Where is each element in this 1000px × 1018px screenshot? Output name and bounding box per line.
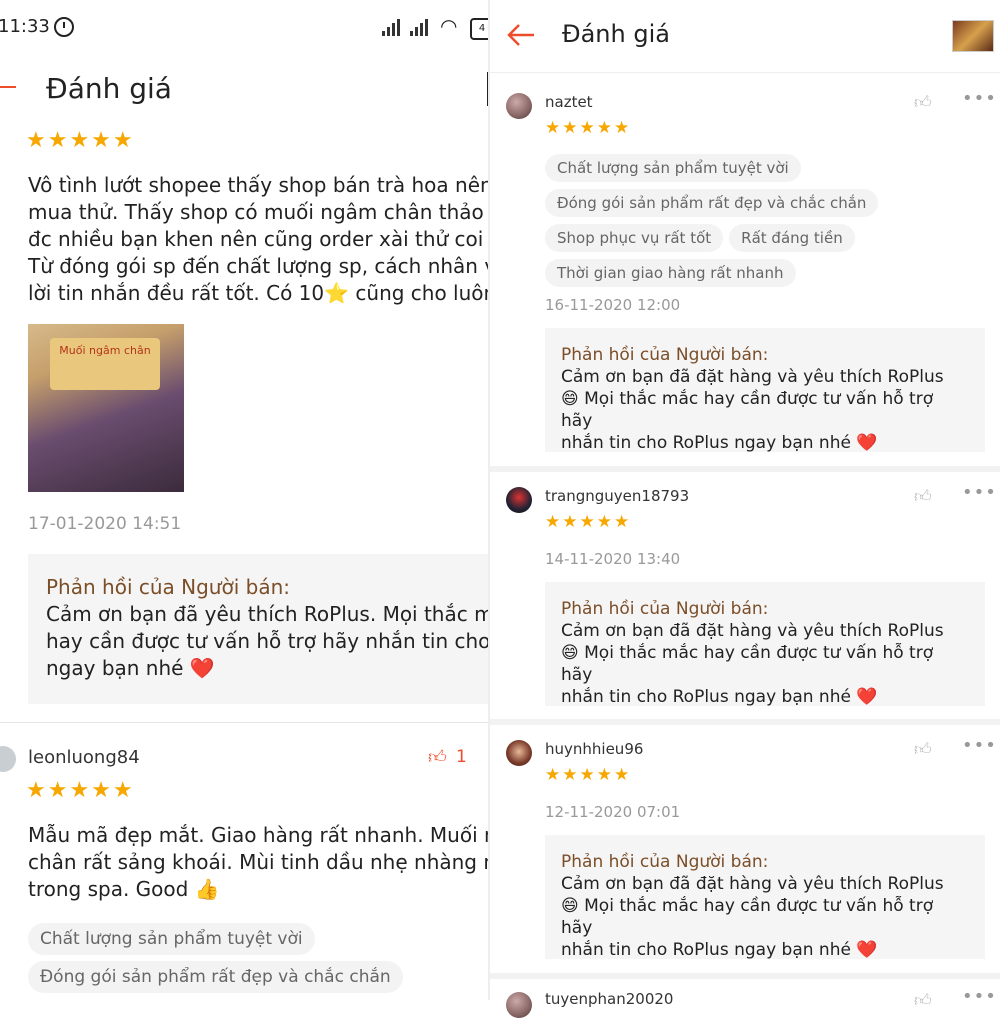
rating-stars: ★★★★★ xyxy=(26,778,135,803)
avatar[interactable] xyxy=(506,992,532,1018)
username[interactable]: tuyenphan20020 xyxy=(545,990,673,1008)
reply-line: ngay bạn nhé ❤️ xyxy=(46,656,215,680)
avatar[interactable] xyxy=(506,93,532,119)
thumbs-up-icon[interactable]: 👍︎ xyxy=(914,92,932,113)
status-time: 11:33 xyxy=(0,16,50,37)
divider xyxy=(490,466,1000,472)
review-text: Mẫu mã đẹp mắt. Giao hàng rất nhanh. Muố… xyxy=(28,822,488,903)
review-tags: Chất lượng sản phẩm tuyệt vời Đóng gói s… xyxy=(545,154,879,294)
reply-line: Cảm ơn bạn đã đặt hàng và yêu thích RoPl… xyxy=(561,621,944,641)
thumbs-up-icon[interactable]: 👍︎ xyxy=(914,486,932,507)
back-arrow-icon[interactable] xyxy=(0,86,16,88)
rating-stars: ★★★★★ xyxy=(26,128,135,153)
avatar[interactable] xyxy=(506,487,532,513)
divider xyxy=(0,722,488,723)
divider xyxy=(490,973,1000,979)
reply-line: nhắn tin cho RoPlus ngay bạn nhé ❤️ xyxy=(561,940,878,960)
reply-title: Phản hồi của Người bán: xyxy=(46,575,290,599)
wifi-icon: ◠ xyxy=(440,14,458,38)
review-text-line: Từ đóng gói sp đến chất lượng sp, cách n… xyxy=(28,254,488,278)
review-date: 12-11-2020 07:01 xyxy=(545,803,681,821)
review-tag-chip: Đóng gói sản phẩm rất đẹp và chắc chắn xyxy=(545,189,879,217)
like-count: 1 xyxy=(456,747,467,767)
review-date: 16-11-2020 12:00 xyxy=(545,296,681,314)
reply-line: Cảm ơn bạn đã đặt hàng và yêu thích RoPl… xyxy=(561,367,944,387)
avatar[interactable] xyxy=(0,746,16,772)
review-tag-chip: Thời gian giao hàng rất nhanh xyxy=(545,259,796,287)
left-screenshot: 11:33 ◠ 4 Đánh giá ★★★★★ Vô tình lướt sh… xyxy=(0,0,488,1000)
more-options-icon[interactable]: ••• xyxy=(962,735,997,756)
page-title: Đánh giá xyxy=(562,20,670,48)
rating-stars: ★★★★★ xyxy=(545,765,632,785)
reply-line: hay cần được tư vấn hỗ trợ hãy nhắn tin … xyxy=(46,629,488,653)
review-photo[interactable]: Muối ngâm chân xyxy=(28,324,184,492)
review-text-line: đc nhiều bạn khen nên cũng order xài thử… xyxy=(28,227,488,251)
review-text: Vô tình lướt shopee thấy shop bán trà ho… xyxy=(28,172,488,307)
more-options-icon[interactable]: ••• xyxy=(962,88,997,109)
review-date: 17-01-2020 14:51 xyxy=(28,514,182,534)
review-text-line: lời tin nhắn đều rất tốt. Có 10⭐ cũng ch… xyxy=(28,281,488,305)
review-text-line: Vô tình lướt shopee thấy shop bán trà ho… xyxy=(28,173,488,197)
signal-icon-2 xyxy=(410,18,432,36)
header: Đánh giá xyxy=(490,0,1000,73)
back-arrow-icon[interactable] xyxy=(506,22,536,52)
reply-line: Cảm ơn bạn đã yêu thích RoPlus. Mọi thắc… xyxy=(46,602,488,626)
signal-icon xyxy=(382,18,404,36)
reply-line: 😄 Mọi thắc mắc hay cần được tư vấn hỗ tr… xyxy=(561,643,934,685)
review-text-line: mua thử. Thấy shop có muối ngâm chân thả… xyxy=(28,200,488,224)
more-options-icon[interactable]: ••• xyxy=(962,986,997,1007)
seller-reply: Phản hồi của Người bán: Cảm ơn bạn đã đặ… xyxy=(545,582,985,707)
more-options-icon[interactable]: ••• xyxy=(962,482,997,503)
review-text-line: trong spa. Good 👍 xyxy=(28,877,220,901)
reply-line: nhắn tin cho RoPlus ngay bạn nhé ❤️ xyxy=(561,687,878,707)
avatar[interactable] xyxy=(506,740,532,766)
alarm-icon xyxy=(54,17,74,37)
review-tag-chip: Đóng gói sản phẩm rất đẹp và chắc chắn xyxy=(28,961,403,993)
review-tag-chip: Chất lượng sản phẩm tuyệt vời xyxy=(545,154,801,182)
reply-title: Phản hồi của Người bán: xyxy=(561,599,769,619)
thumbs-up-icon[interactable]: 👍︎ xyxy=(428,746,447,768)
rating-stars: ★★★★★ xyxy=(545,512,632,532)
seller-reply: Phản hồi của Người bán: Cảm ơn bạn đã đặ… xyxy=(545,835,985,960)
reply-title: Phản hồi của Người bán: xyxy=(561,345,769,365)
header: Đánh giá xyxy=(0,56,488,122)
battery-icon: 4 xyxy=(470,18,488,40)
reply-line: nhắn tin cho RoPlus ngay bạn nhé ❤️ xyxy=(561,433,878,453)
review-text-line: Mẫu mã đẹp mắt. Giao hàng rất nhanh. Muố… xyxy=(28,823,488,847)
status-bar: 11:33 ◠ 4 xyxy=(0,0,488,56)
review-tag-chip: Chất lượng sản phẩm tuyệt vời xyxy=(28,923,315,955)
thumbs-up-icon[interactable]: 👍︎ xyxy=(914,990,932,1011)
reply-line: 😄 Mọi thắc mắc hay cần được tư vấn hỗ tr… xyxy=(561,896,934,938)
product-label: Muối ngâm chân xyxy=(50,338,160,390)
thumbs-up-icon[interactable]: 👍︎ xyxy=(914,739,932,760)
page-title: Đánh giá xyxy=(46,72,172,105)
rating-stars: ★★★★★ xyxy=(545,118,632,138)
seller-reply: Phản hồi của Người bán: Cảm ơn bạn đã đặ… xyxy=(545,328,985,453)
username[interactable]: huynhhieu96 xyxy=(545,740,643,758)
reply-title: Phản hồi của Người bán: xyxy=(561,852,769,872)
seller-reply: Phản hồi của Người bán: Cảm ơn bạn đã yê… xyxy=(28,554,488,704)
reply-line: 😄 Mọi thắc mắc hay cần được tư vấn hỗ tr… xyxy=(561,389,934,431)
product-thumbnail[interactable] xyxy=(952,20,994,52)
username[interactable]: trangnguyen18793 xyxy=(545,487,689,505)
review-date: 14-11-2020 13:40 xyxy=(545,550,681,568)
divider xyxy=(490,719,1000,725)
review-tag-chip: Rất đáng tiền xyxy=(729,224,855,252)
reply-line: Cảm ơn bạn đã đặt hàng và yêu thích RoPl… xyxy=(561,874,944,894)
review-tag-chip: Shop phục vụ rất tốt xyxy=(545,224,724,252)
username[interactable]: naztet xyxy=(545,93,593,111)
username[interactable]: leonluong84 xyxy=(28,747,140,768)
review-text-line: chân rất sảng khoái. Mùi tinh dầu nhẹ nh… xyxy=(28,850,488,874)
